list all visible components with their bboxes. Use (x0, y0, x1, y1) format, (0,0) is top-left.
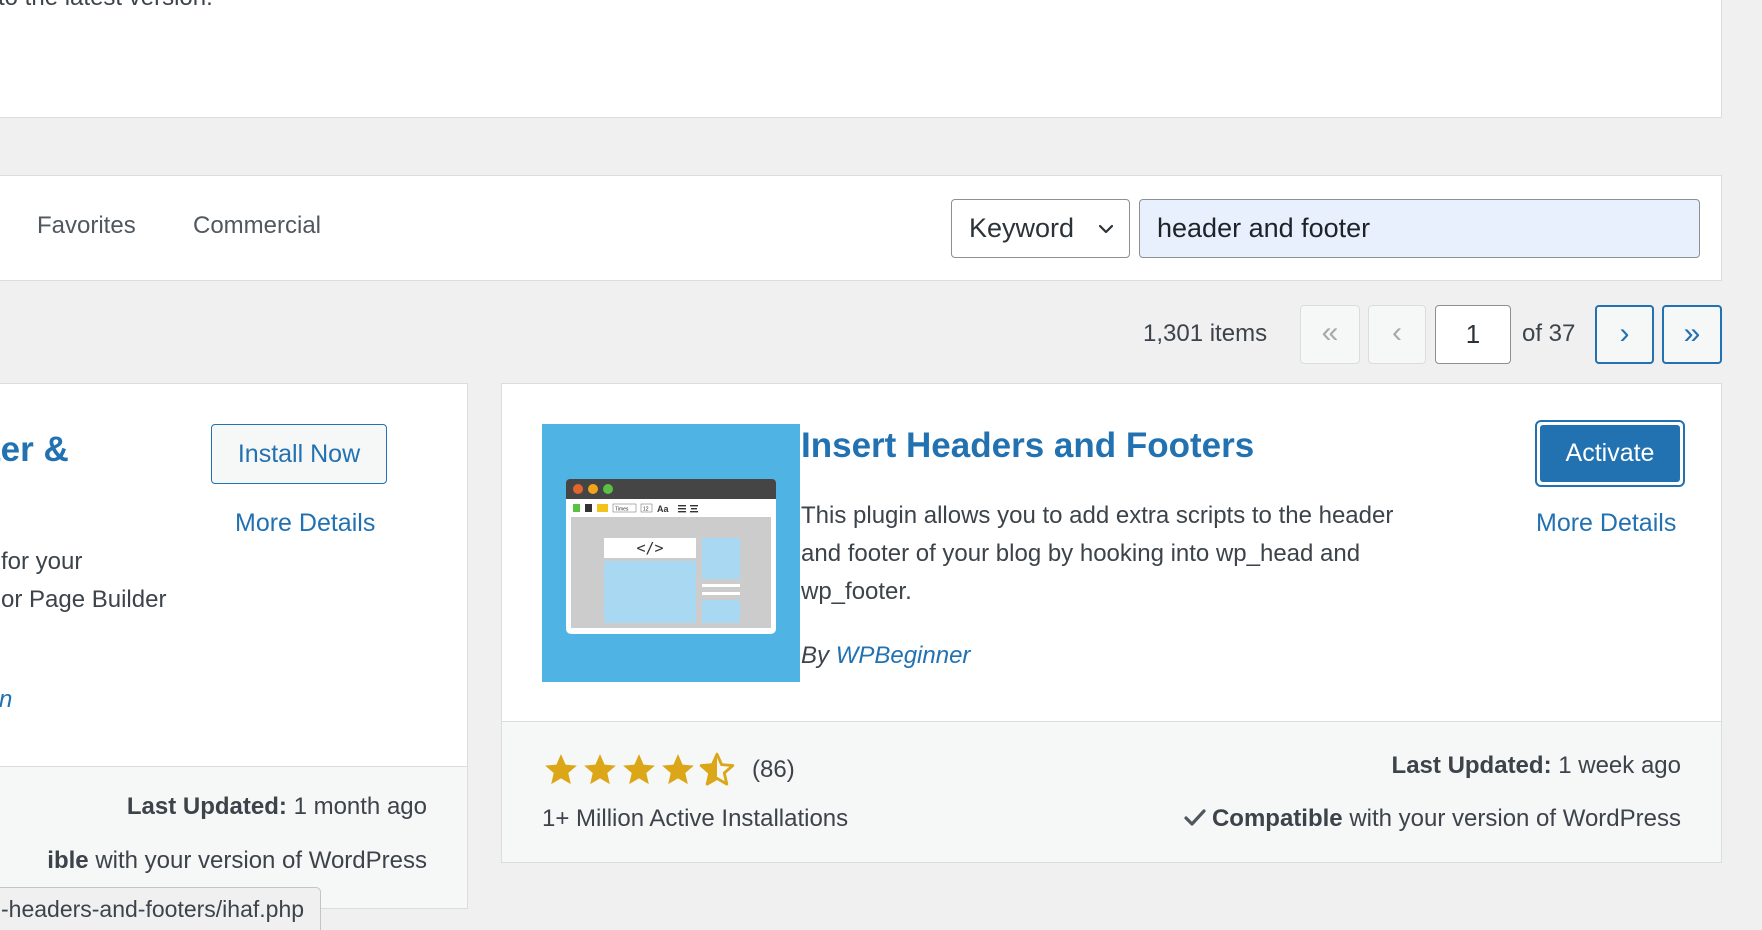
compatibility: ible with your version of WordPress (47, 847, 427, 875)
compatible-label: ible (47, 847, 89, 874)
compatible-label: Compatible (1211, 805, 1343, 832)
first-page-button[interactable]: « (1300, 305, 1360, 364)
activate-label: Activate (1540, 425, 1680, 482)
last-updated-value: 1 month ago (293, 793, 427, 820)
activate-button[interactable]: Activate (1535, 420, 1685, 487)
current-page-input[interactable]: 1 (1435, 305, 1511, 364)
active-installs: 1+ Million Active Installations (542, 805, 849, 832)
star-rating (542, 751, 736, 789)
plugin-icon[interactable]: Times 12 Aa </> (542, 424, 800, 682)
icon-toolbar-size: 12 (643, 507, 649, 513)
plugin-author: By WPBeginner (801, 642, 970, 670)
plugin-card: Times 12 Aa </> Insert Headers and Foote… (501, 383, 1722, 863)
plugin-title[interactable]: Insert Headers and Footers (801, 426, 1254, 466)
chevron-down-icon (1099, 224, 1113, 234)
star-full-icon (662, 754, 694, 785)
star-half-icon (699, 752, 735, 786)
plugin-card-footer: (86) 1+ Million Active Installations Las… (502, 721, 1721, 862)
tab-commercial[interactable]: Commercial (193, 212, 321, 240)
compatibility: Compatible with your version of WordPres… (1184, 805, 1681, 833)
last-page-button[interactable]: » (1662, 305, 1722, 364)
next-page-button[interactable]: › (1595, 305, 1654, 364)
last-updated-label: Last Updated: (126, 793, 287, 820)
star-full-icon (545, 754, 577, 785)
prev-page-button[interactable]: ‹ (1368, 305, 1426, 364)
icon-code-tag: </> (636, 539, 663, 557)
plugin-card: ter & Install Now More Details for your … (0, 383, 468, 909)
plugin-description-line: or Page Builder (1, 586, 167, 613)
search-type-value: Keyword (969, 213, 1075, 243)
rating-count: (86) (752, 756, 795, 783)
tab-favorites[interactable]: Favorites (37, 212, 136, 240)
plugin-title[interactable]: ter & (0, 430, 69, 470)
status-bar-url: -headers-and-footers/ihaf.php (0, 887, 322, 930)
star-full-icon (623, 754, 655, 785)
install-now-button[interactable]: Install Now (211, 424, 387, 484)
last-updated: Last Updated: 1 week ago (1392, 752, 1681, 780)
more-details-link[interactable]: More Details (235, 509, 375, 538)
notice-text: to the latest version. (0, 0, 213, 12)
last-updated-label: Last Updated: (1391, 752, 1552, 779)
author-by: By (801, 642, 830, 669)
items-count: 1,301 items (1143, 320, 1268, 347)
icon-toolbar-aa: Aa (657, 504, 669, 514)
last-updated-value: 1 week ago (1558, 752, 1681, 779)
update-notice: to the latest version. (0, 0, 1722, 118)
total-pages: of 37 (1522, 320, 1576, 347)
plugin-filter-bar: Favorites Commercial Keyword header and … (0, 175, 1722, 281)
compatible-text: with your version of WordPress (1349, 805, 1681, 832)
plugin-description-line: for your (1, 548, 83, 575)
plugin-description: This plugin allows you to add extra scri… (801, 502, 1394, 605)
plugin-search-input[interactable]: header and footer (1139, 199, 1700, 258)
star-full-icon (584, 754, 616, 785)
author-link[interactable]: WPBeginner (836, 642, 971, 669)
icon-toolbar-font: Times (615, 507, 629, 513)
last-updated: Last Updated: 1 month ago (127, 793, 427, 821)
more-details-link[interactable]: More Details (1536, 509, 1676, 538)
author-link[interactable]: n (0, 686, 12, 714)
compatible-text: with your version of WordPress (95, 847, 427, 874)
search-type-select[interactable]: Keyword (951, 199, 1130, 258)
checkmark-icon (1184, 809, 1206, 826)
